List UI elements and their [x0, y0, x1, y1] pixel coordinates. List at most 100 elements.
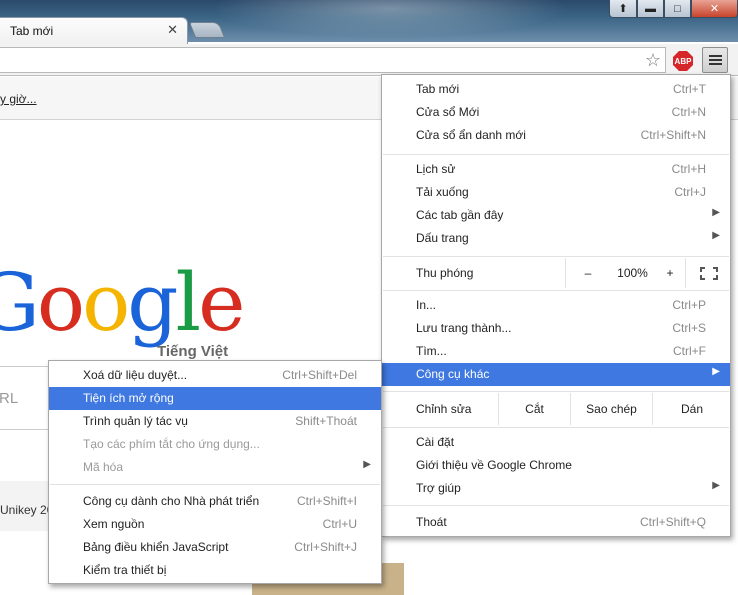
menu-item-label: Cửa sổ Mới: [416, 105, 480, 119]
menu-item-shortcut: Ctrl+Shift+N: [640, 128, 706, 142]
bookmark-star-icon[interactable]: ☆: [645, 50, 661, 71]
edit-row: Chỉnh sửa Cắt Sao chép Dán: [382, 393, 730, 425]
most-visited-label: Unikey 20: [0, 503, 54, 517]
menu-item-shortcut: Ctrl+S: [672, 321, 706, 335]
submenu-item-create-shortcuts: Tạo các phím tắt cho ứng dụng...: [49, 433, 381, 456]
copy-button[interactable]: Sao chép: [570, 393, 652, 425]
submenu-item-javascript-console[interactable]: Bảng điều khiển JavaScript Ctrl+Shift+J: [49, 536, 381, 559]
chrome-menu-button[interactable]: [702, 47, 728, 73]
menu-item-label: Kiểm tra thiết bị: [83, 563, 167, 577]
menu-item-label: Công cụ dành cho Nhà phát triển: [83, 494, 260, 508]
menu-item-downloads[interactable]: Tải xuống Ctrl+J: [382, 181, 730, 204]
zoom-in-button[interactable]: +: [655, 258, 685, 288]
menu-separator: [383, 290, 729, 291]
menu-item-recent-tabs[interactable]: Các tab gần đây ▶: [382, 204, 730, 227]
submenu-item-view-source[interactable]: Xem nguồn Ctrl+U: [49, 513, 381, 536]
fullscreen-icon[interactable]: [685, 258, 731, 288]
desktop-background: [180, 0, 600, 42]
submenu-item-extensions[interactable]: Tiện ích mở rộng: [49, 387, 381, 410]
submenu-arrow-icon: ▶: [712, 480, 720, 491]
menu-item-shortcut: Ctrl+U: [322, 517, 357, 531]
edit-label: Chỉnh sửa: [416, 402, 472, 416]
menu-separator: [383, 427, 729, 428]
menu-item-shortcut: Ctrl+J: [674, 185, 706, 199]
adblock-plus-icon[interactable]: ABP: [673, 51, 693, 71]
menu-item-label: Bảng điều khiển JavaScript: [83, 540, 229, 554]
menu-item-shortcut: Ctrl+P: [672, 298, 706, 312]
submenu-arrow-icon: ▶: [712, 207, 720, 218]
menu-item-shortcut: Ctrl+Shift+Del: [282, 368, 357, 382]
tab-close-icon[interactable]: ✕: [167, 22, 178, 38]
menu-item-help[interactable]: Trợ giúp ▶: [382, 477, 730, 500]
menu-item-label: Cài đặt: [416, 435, 455, 449]
title-bar: Tab mới ✕ ⬆ ▬ □ ✕: [0, 0, 738, 44]
menu-item-about-chrome[interactable]: Giới thiệu về Google Chrome: [382, 454, 730, 477]
address-bar[interactable]: ☆: [0, 47, 666, 73]
zoom-level: 100%: [617, 266, 648, 280]
menu-item-settings[interactable]: Cài đặt: [382, 431, 730, 454]
menu-item-bookmarks[interactable]: Dấu trang ▶: [382, 227, 730, 250]
zoom-label: Thu phóng: [416, 266, 474, 280]
menu-item-print[interactable]: In... Ctrl+P: [382, 294, 730, 317]
menu-separator: [383, 154, 729, 155]
paste-button[interactable]: Dán: [652, 393, 731, 425]
menu-item-new-window[interactable]: Cửa sổ Mới Ctrl+N: [382, 101, 730, 124]
search-placeholder: RL: [0, 390, 19, 407]
menu-item-shortcut: Ctrl+T: [673, 82, 706, 96]
zoom-row: Thu phóng – 100% +: [382, 258, 730, 288]
menu-item-shortcut: Ctrl+Shift+J: [294, 540, 357, 554]
google-logo: Google: [0, 256, 245, 349]
menu-item-label: Lịch sử: [416, 162, 456, 176]
submenu-item-developer-tools[interactable]: Công cụ dành cho Nhà phát triển Ctrl+Shi…: [49, 490, 381, 513]
window-controls: ⬆ ▬ □ ✕: [609, 0, 738, 20]
submenu-item-inspect-devices[interactable]: Kiểm tra thiết bị: [49, 559, 381, 582]
menu-item-label: Các tab gần đây: [416, 208, 504, 222]
close-window-button[interactable]: ✕: [691, 0, 738, 18]
menu-item-shortcut: Ctrl+F: [673, 344, 706, 358]
menu-item-label: Xoá dữ liệu duyệt...: [83, 368, 188, 382]
menu-item-label: Trình quản lý tác vụ: [83, 414, 188, 428]
menu-separator: [50, 484, 380, 485]
menu-icon: [709, 55, 722, 57]
menu-item-find[interactable]: Tìm... Ctrl+F: [382, 340, 730, 363]
submenu-arrow-icon: ▶: [712, 230, 720, 241]
menu-item-label: Xem nguồn: [83, 517, 145, 531]
submenu-item-task-manager[interactable]: Trình quản lý tác vụ Shift+Thoát: [49, 410, 381, 433]
import-bookmarks-link[interactable]: y giờ...: [0, 92, 37, 106]
menu-item-label: Công cụ khác: [416, 367, 490, 381]
menu-item-label: Tab mới: [416, 82, 460, 96]
menu-separator: [383, 256, 729, 257]
menu-item-history[interactable]: Lịch sử Ctrl+H: [382, 158, 730, 181]
menu-item-label: In...: [416, 298, 437, 312]
minimize-button[interactable]: ▬: [637, 0, 664, 18]
submenu-item-clear-browsing-data[interactable]: Xoá dữ liệu duyệt... Ctrl+Shift+Del: [49, 364, 381, 387]
zoom-out-button[interactable]: –: [565, 258, 610, 288]
user-profile-icon[interactable]: ⬆: [609, 0, 637, 18]
tab-title: Tab mới: [10, 24, 54, 38]
menu-item-shortcut: Ctrl+H: [671, 162, 706, 176]
menu-item-save-page[interactable]: Lưu trang thành... Ctrl+S: [382, 317, 730, 340]
menu-item-label: Dấu trang: [416, 231, 469, 245]
menu-item-label: Tìm...: [416, 344, 447, 358]
menu-item-incognito[interactable]: Cửa sổ ẩn danh mới Ctrl+Shift+N: [382, 124, 730, 147]
menu-item-label: Lưu trang thành...: [416, 321, 512, 335]
menu-separator: [383, 505, 729, 506]
menu-item-label: Mã hóa: [83, 460, 124, 474]
menu-item-new-tab[interactable]: Tab mới Ctrl+T: [382, 78, 730, 101]
maximize-button[interactable]: □: [664, 0, 691, 18]
menu-item-more-tools[interactable]: Công cụ khác ▶: [382, 363, 730, 386]
chrome-main-menu: Tab mới Ctrl+T Cửa sổ Mới Ctrl+N Cửa sổ …: [381, 74, 731, 537]
toolbar: ☆ ABP: [0, 44, 738, 76]
tab-new-tab[interactable]: Tab mới ✕: [0, 17, 188, 44]
menu-item-shortcut: Ctrl+Shift+I: [296, 494, 357, 508]
menu-item-label: Giới thiệu về Google Chrome: [416, 458, 572, 472]
cut-button[interactable]: Cắt: [498, 393, 570, 425]
submenu-item-encoding: Mã hóa ▶: [49, 456, 381, 479]
more-tools-submenu: Xoá dữ liệu duyệt... Ctrl+Shift+Del Tiện…: [48, 360, 382, 584]
menu-item-label: Cửa sổ ẩn danh mới: [416, 128, 526, 142]
menu-item-label: Thoát: [416, 515, 447, 529]
submenu-arrow-icon: ▶: [712, 366, 720, 377]
menu-item-label: Tiện ích mở rộng: [83, 391, 174, 405]
menu-item-shortcut: Shift+Thoát: [295, 414, 357, 428]
menu-item-exit[interactable]: Thoát Ctrl+Shift+Q: [382, 511, 730, 534]
